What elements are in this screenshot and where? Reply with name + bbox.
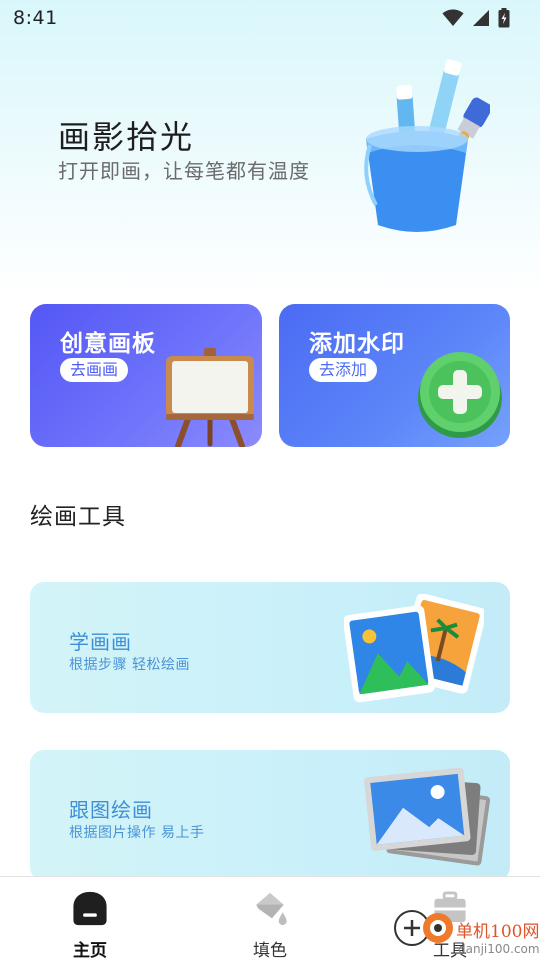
trace-drawing-subtitle: 根据图片操作 易上手 [69, 825, 205, 841]
battery-icon [498, 8, 510, 28]
picture-frames-icon [364, 767, 490, 866]
nav-fill-color[interactable]: 填色 [210, 877, 330, 960]
nav-home[interactable]: 主页 [30, 877, 150, 960]
trace-drawing-title: 跟图绘画 [69, 798, 153, 822]
go-add-button[interactable]: 去添加 [309, 358, 378, 382]
learn-drawing-card[interactable]: 学画画 根据步骤 轻松绘画 [30, 582, 510, 713]
paint-bucket-icon [364, 59, 490, 232]
photos-icon [344, 594, 484, 703]
drawing-tools-heading: 绘画工具 [30, 504, 126, 530]
app-slogan: 打开即画，让每笔都有温度 [58, 159, 310, 183]
watermark-url: danji100.com [458, 942, 540, 956]
add-watermark-title: 添加水印 [309, 331, 405, 357]
app-title: 画影拾光 [58, 118, 195, 156]
learn-drawing-title: 学画画 [69, 630, 132, 654]
status-icons [442, 8, 510, 28]
nav-fill-label: 填色 [253, 941, 287, 960]
nav-home-label: 主页 [73, 941, 107, 960]
status-bar: 8:41 [0, 0, 540, 36]
go-draw-button[interactable]: 去画画 [60, 358, 129, 382]
status-time: 8:41 [13, 7, 58, 29]
wifi-icon [442, 9, 464, 26]
home-icon [73, 891, 107, 926]
plus-circle-icon [418, 352, 502, 438]
trace-drawing-card[interactable]: 跟图绘画 根据图片操作 易上手 [30, 750, 510, 881]
paint-bucket-icon [256, 892, 287, 926]
creative-board-title: 创意画板 [60, 331, 156, 357]
learn-drawing-subtitle: 根据步骤 轻松绘画 [69, 657, 190, 673]
creative-board-card[interactable]: 创意画板 去画画 [30, 304, 262, 447]
signal-icon [473, 10, 489, 26]
easel-icon [166, 348, 254, 447]
add-watermark-card[interactable]: 添加水印 去添加 [279, 304, 510, 447]
watermark-text: 单机100网 [456, 922, 540, 942]
